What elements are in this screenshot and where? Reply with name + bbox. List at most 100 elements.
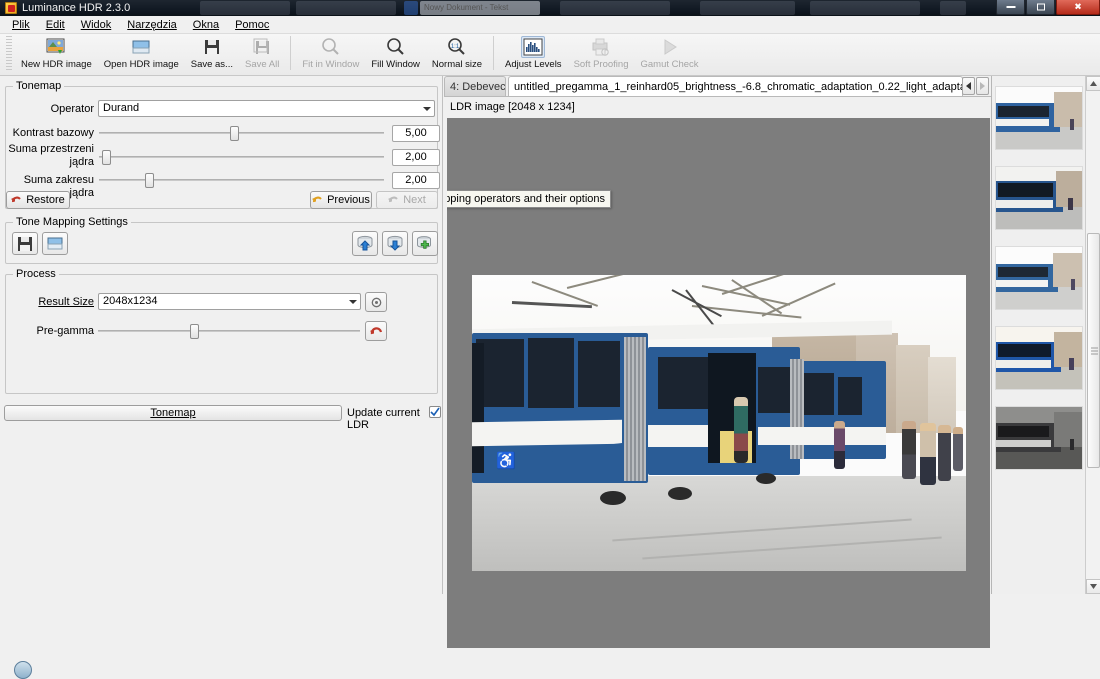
window-titlebar[interactable]: Nowy Dokument - Tekst Luminance HDR 2.3.… <box>0 0 1100 16</box>
database-add-icon <box>417 235 431 249</box>
result-size-options-button[interactable] <box>365 292 387 312</box>
toolbar-open-hdr-image[interactable]: Open HDR image <box>98 34 185 76</box>
tab-next-button[interactable] <box>976 77 989 95</box>
toolbar-save-all[interactable]: Save All <box>239 34 285 76</box>
fit-in-window-icon <box>319 36 343 58</box>
slider-handle[interactable] <box>189 324 199 339</box>
status-indicator <box>14 661 32 679</box>
toolbar-grip[interactable] <box>6 36 12 72</box>
toolbar-save-all-label: Save All <box>244 59 280 70</box>
slider-handle[interactable] <box>230 126 240 141</box>
gamut-check-icon <box>658 36 682 58</box>
toolbar-open-hdr-image-label: Open HDR image <box>103 59 179 70</box>
pre-gamma-reset-button[interactable] <box>365 321 387 341</box>
toolbar-fill-window-label: Fill Window <box>371 59 420 70</box>
tonemap-group: Tonemap Operator Durand Kontrast bazowy … <box>5 80 440 209</box>
pre-gamma-slider[interactable] <box>98 324 360 339</box>
kontrast-bazowy-value[interactable]: 5,00 <box>392 125 440 142</box>
thumbnail-scrollbar[interactable] <box>1085 76 1100 594</box>
tonemap-group-label: Tonemap <box>13 80 65 92</box>
tonemap-button[interactable]: Tonemap <box>4 405 342 421</box>
image-info: LDR image [2048 x 1234] <box>450 101 575 113</box>
toolbar-fit-in-window[interactable]: Fit in Window <box>296 34 365 76</box>
reset-arrow-icon <box>369 326 382 334</box>
menu-widok-label: Widok <box>80 18 112 31</box>
photo-person <box>953 427 963 471</box>
suma-przestrzeni-jadra-slider[interactable] <box>99 150 384 165</box>
tab-prev-button[interactable] <box>962 77 975 95</box>
thumbnail-4[interactable] <box>995 326 1083 390</box>
tab-untitled-pregamma[interactable]: untitled_pregamma_1_reinhard05_brightnes… <box>508 76 963 96</box>
chevron-down-icon <box>423 106 431 111</box>
next-arrow-icon <box>388 196 398 203</box>
suma-przestrzeni-jadra-value[interactable]: 2,00 <box>392 149 440 166</box>
toolbar-gamut-check[interactable]: Gamut Check <box>634 34 704 76</box>
close-button[interactable]: ✖ <box>1056 0 1100 15</box>
minimize-button[interactable] <box>996 0 1025 15</box>
toolbar-soft-proofing[interactable]: Soft Proofing <box>568 34 635 76</box>
photo-tram-window <box>528 338 574 408</box>
thumbnail-1[interactable] <box>995 86 1083 150</box>
toolbar-gamut-check-label: Gamut Check <box>640 59 699 70</box>
wheelchair-icon: ♿ <box>496 453 516 470</box>
scrollbar-thumb[interactable] <box>1087 233 1100 468</box>
load-settings-button[interactable] <box>42 232 68 255</box>
menu-edit[interactable]: Edit <box>38 17 73 33</box>
toolbar-fill-window[interactable]: Fill Window <box>365 34 426 76</box>
maximize-button[interactable] <box>1026 0 1055 15</box>
toolbar-adjust-levels[interactable]: Adjust Levels <box>499 34 568 76</box>
result-size-combo[interactable]: 2048x1234 <box>98 293 361 310</box>
main-toolbar: New HDR image Open HDR image Save as... <box>0 34 1100 76</box>
restore-button[interactable]: Restore <box>6 191 70 209</box>
next-button[interactable]: Next <box>376 191 438 209</box>
photo-tram-wheel <box>756 473 776 484</box>
soft-proofing-icon <box>589 36 613 58</box>
tab-debevec-label: 4: Debevec <box>450 80 506 93</box>
slider-track <box>98 330 360 332</box>
checkmark-icon <box>430 407 440 417</box>
scrollbar-grip <box>1091 347 1098 354</box>
image-canvas[interactable]: ♿ Tone mapping operators and their optio… <box>447 118 990 648</box>
thumbnail-2[interactable] <box>995 166 1083 230</box>
scroll-down-button[interactable] <box>1086 579 1100 594</box>
photo-tram-window <box>658 357 712 409</box>
menu-pomoc[interactable]: Pomoc <box>227 17 277 33</box>
previous-button[interactable]: Previous <box>310 191 372 209</box>
scroll-up-icon <box>1090 81 1097 86</box>
operator-combo[interactable]: Durand <box>98 100 435 117</box>
update-current-ldr-checkbox[interactable] <box>429 406 441 418</box>
save-to-database-button[interactable] <box>382 231 408 256</box>
kontrast-bazowy-slider[interactable] <box>99 126 384 141</box>
chevron-left-icon <box>966 82 971 90</box>
toolbar-new-hdr-image[interactable]: New HDR image <box>15 34 98 76</box>
toolbar-save-as[interactable]: Save as... <box>185 34 239 76</box>
suma-zakresu-jadra-slider[interactable] <box>99 173 384 188</box>
photo-tram-stripe <box>758 427 886 445</box>
menu-okna[interactable]: Okna <box>185 17 227 33</box>
scroll-down-icon <box>1090 584 1097 589</box>
thumbnail-5[interactable] <box>995 406 1083 470</box>
photo-person <box>938 425 951 481</box>
scroll-up-button[interactable] <box>1086 76 1100 91</box>
database-download-icon <box>357 235 373 250</box>
kontrast-bazowy-label: Kontrast bazowy <box>12 127 94 139</box>
menu-narzedzia[interactable]: Narzędzia <box>119 17 185 33</box>
menu-widok[interactable]: Widok <box>73 17 120 33</box>
result-size-label: Result Size <box>38 296 94 308</box>
tab-untitled-pregamma-label: untitled_pregamma_1_reinhard05_brightnes… <box>514 80 963 93</box>
toolbar-normal-size[interactable]: 1:1 Normal size <box>426 34 488 76</box>
pre-gamma-label: Pre-gamma <box>36 325 94 337</box>
save-settings-button[interactable] <box>12 232 38 255</box>
photo-person <box>834 421 845 469</box>
suma-zakresu-jadra-value[interactable]: 2,00 <box>392 172 440 189</box>
thumbnail-3[interactable] <box>995 246 1083 310</box>
load-from-database-button[interactable] <box>352 231 378 256</box>
tab-debevec[interactable]: 4: Debevec ✕ <box>444 76 506 96</box>
menu-plik[interactable]: Plik <box>4 17 38 33</box>
photo-person <box>902 421 916 479</box>
taskbar-ghost-item <box>560 1 670 15</box>
add-to-database-button[interactable] <box>412 231 438 256</box>
slider-handle[interactable] <box>144 173 154 188</box>
save-as-icon <box>200 36 224 58</box>
slider-handle[interactable] <box>101 150 111 165</box>
